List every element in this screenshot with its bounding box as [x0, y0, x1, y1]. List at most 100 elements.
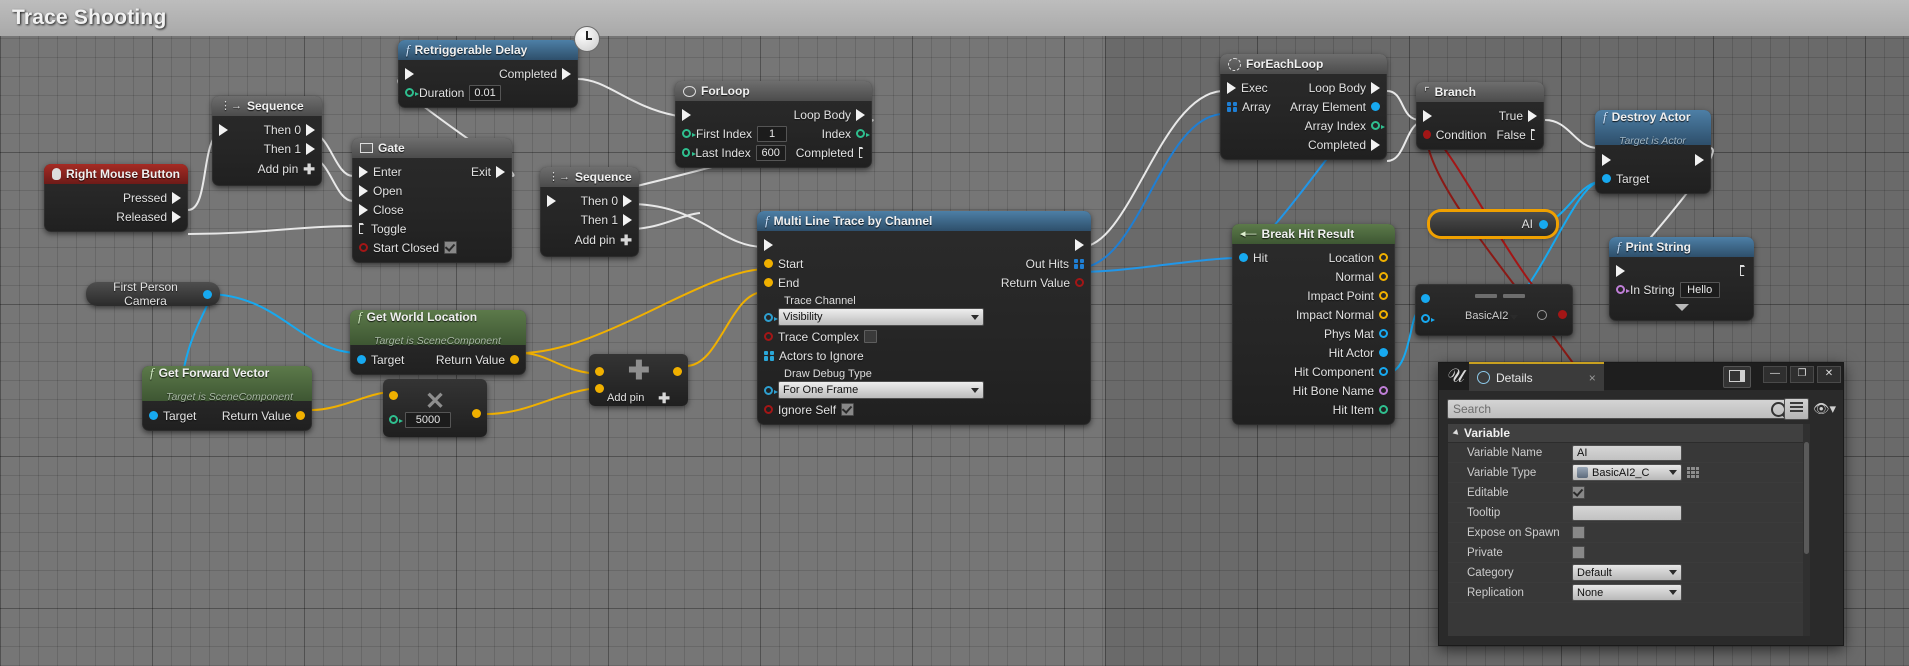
bool-pin[interactable]: [764, 332, 773, 341]
vector-pin[interactable]: [389, 391, 398, 400]
object-pin[interactable]: [357, 355, 366, 364]
node-row[interactable]: Then 0: [212, 120, 322, 139]
editable-checkbox[interactable]: [1572, 486, 1585, 499]
int-pin[interactable]: [1371, 121, 1385, 130]
vector-pin[interactable]: [595, 367, 604, 376]
node-multiply[interactable]: ✕ 5000: [383, 379, 487, 437]
node-ai-variable[interactable]: AI: [1430, 212, 1556, 236]
property-row-private[interactable]: Private: [1448, 543, 1810, 563]
duration-input[interactable]: 0.01: [469, 84, 501, 101]
exec-pin[interactable]: [496, 165, 505, 178]
node-add[interactable]: ✚ Add pin ✚: [589, 354, 688, 406]
exec-pin[interactable]: [306, 142, 315, 155]
close-icon-glyph[interactable]: ×: [1589, 371, 1596, 385]
node-row[interactable]: Target Return Value: [142, 406, 312, 425]
exec-pin[interactable]: [1227, 81, 1236, 94]
node-row[interactable]: In String Hello: [1609, 280, 1754, 299]
first-index-input[interactable]: 1: [757, 125, 788, 142]
exec-pin[interactable]: [1530, 129, 1537, 140]
window-controls[interactable]: — ❐ ✕: [1763, 366, 1841, 383]
property-row-tooltip[interactable]: Tooltip: [1448, 503, 1810, 523]
category-combo[interactable]: Default: [1572, 564, 1682, 581]
expand-arrow-icon[interactable]: [1674, 303, 1689, 311]
exec-pin[interactable]: [1371, 81, 1380, 94]
node-row[interactable]: Then 1: [540, 210, 639, 229]
int-pin[interactable]: [1379, 405, 1388, 414]
draw-debug-combo[interactable]: For One Frame: [778, 381, 984, 399]
trace-channel-combo[interactable]: Visibility: [778, 308, 984, 326]
plus-icon[interactable]: ✚: [658, 391, 670, 405]
node-row[interactable]: True: [1416, 106, 1544, 125]
vector-pin[interactable]: [472, 409, 481, 418]
exec-pin[interactable]: [682, 108, 691, 121]
node-gate[interactable]: Gate Enter Exit Open Close Toggle Start …: [352, 138, 512, 263]
vector-pin[interactable]: [1379, 272, 1388, 281]
exec-pin[interactable]: [1695, 153, 1704, 166]
node-branch[interactable]: ⌜ Branch True Condition False: [1416, 82, 1544, 150]
chevron-down-icon[interactable]: [1510, 315, 1518, 320]
vector-pin[interactable]: [1379, 291, 1388, 300]
search-input[interactable]: Search: [1447, 399, 1791, 419]
node-expand-row[interactable]: [1609, 299, 1754, 315]
exec-pin[interactable]: [172, 210, 181, 223]
close-button[interactable]: ✕: [1817, 366, 1841, 383]
array-pin[interactable]: [764, 350, 774, 361]
object-pin[interactable]: [1379, 348, 1388, 357]
exec-pin[interactable]: [1528, 109, 1537, 122]
int-pin[interactable]: [856, 129, 870, 138]
node-row[interactable]: Duration 0.01: [398, 83, 578, 102]
property-row-editable[interactable]: Editable: [1448, 483, 1810, 503]
exec-pin[interactable]: [359, 203, 368, 216]
int-pin[interactable]: [682, 148, 697, 157]
tooltip-input[interactable]: [1572, 504, 1682, 521]
array-pin[interactable]: [1227, 101, 1237, 112]
details-scrollbar[interactable]: [1803, 424, 1810, 636]
property-row-variable-type[interactable]: Variable Type BasicAI2_C: [1448, 463, 1810, 483]
node-row[interactable]: Hit Item: [1232, 400, 1395, 419]
vector-pin[interactable]: [764, 259, 773, 268]
property-row-replication[interactable]: Replication None: [1448, 583, 1810, 603]
node-right-mouse-button[interactable]: Right Mouse Button Pressed Released: [44, 164, 188, 232]
struct-pin[interactable]: [1239, 253, 1248, 262]
plus-icon[interactable]: ✚: [620, 233, 632, 247]
search-icon[interactable]: [1537, 310, 1547, 320]
node-row[interactable]: [1595, 150, 1711, 169]
node-row[interactable]: Visibility: [757, 307, 1091, 327]
category-header-variable[interactable]: Variable: [1448, 424, 1810, 443]
exec-pin[interactable]: [562, 67, 571, 80]
bool-pin[interactable]: [1423, 130, 1431, 139]
vector-pin[interactable]: [764, 278, 773, 287]
tab-details[interactable]: Details close-icon ×: [1469, 362, 1604, 391]
exec-pin[interactable]: [764, 238, 773, 251]
node-row[interactable]: Impact Normal: [1232, 305, 1395, 324]
exec-pin[interactable]: [1616, 264, 1625, 277]
node-get-world-location[interactable]: f Get World Location Target is SceneComp…: [350, 310, 526, 375]
multiply-value-input[interactable]: 5000: [405, 412, 451, 428]
node-row[interactable]: Hit Location: [1232, 248, 1395, 267]
object-pin[interactable]: [149, 411, 158, 420]
node-destroy-actor[interactable]: f Destroy Actor Target is Actor Target: [1595, 110, 1711, 194]
node-row[interactable]: Then 0: [540, 191, 639, 210]
bool-pin[interactable]: [764, 405, 773, 414]
object-pin[interactable]: [203, 289, 212, 299]
exec-pin[interactable]: [623, 194, 632, 207]
node-row[interactable]: Phys Mat: [1232, 324, 1395, 343]
exec-pin[interactable]: [359, 165, 368, 178]
ignore-self-checkbox[interactable]: [841, 403, 855, 416]
node-sequence-1[interactable]: ⋮→ Sequence Then 0 Then 1 Add pin ✚: [212, 96, 322, 186]
exec-pin[interactable]: [1602, 153, 1611, 166]
object-pin[interactable]: [1602, 174, 1611, 183]
node-row[interactable]: Target: [1595, 169, 1711, 188]
node-row[interactable]: Close: [352, 200, 512, 219]
node-row[interactable]: Open: [352, 181, 512, 200]
float-pin[interactable]: [389, 415, 403, 424]
node-row[interactable]: For One Frame: [757, 380, 1091, 400]
node-print-string[interactable]: f Print String In String Hello: [1609, 237, 1754, 321]
maximize-button[interactable]: ❐: [1790, 366, 1814, 383]
bool-pin[interactable]: [1558, 310, 1567, 319]
node-row[interactable]: Hit Bone Name: [1232, 381, 1395, 400]
grid-view-icon[interactable]: [1784, 398, 1809, 420]
node-get-forward-vector[interactable]: f Get Forward Vector Target is SceneComp…: [142, 366, 312, 431]
exec-pin[interactable]: [858, 147, 865, 158]
object-pin[interactable]: [1421, 314, 1435, 323]
